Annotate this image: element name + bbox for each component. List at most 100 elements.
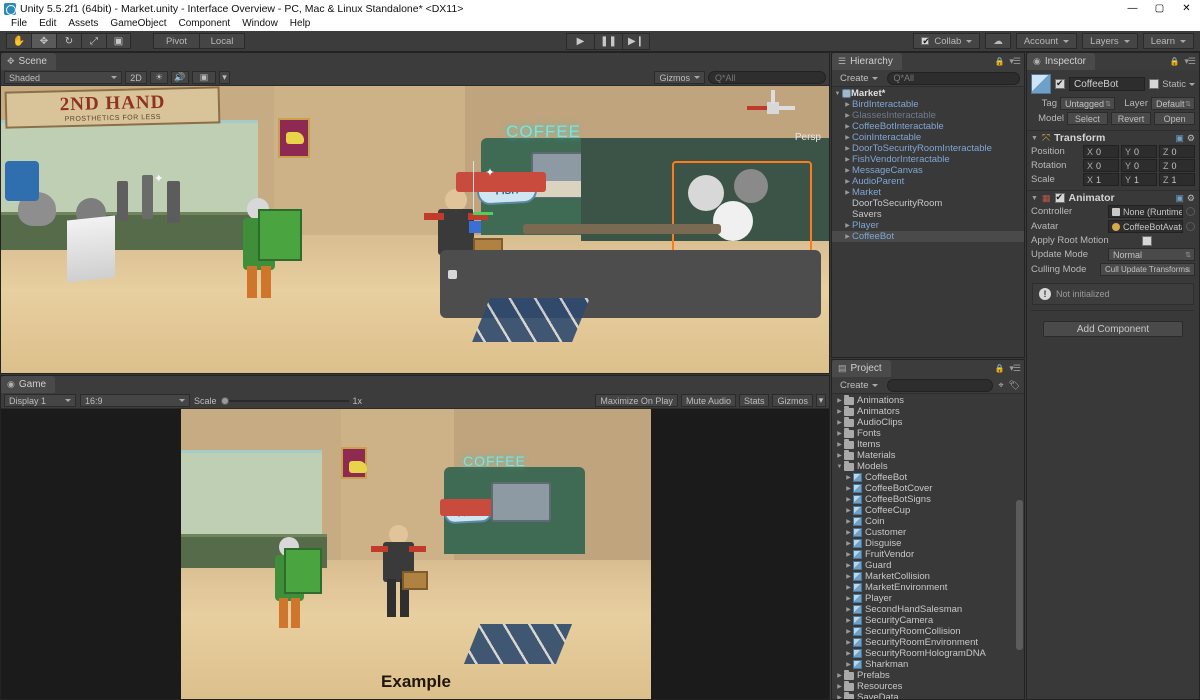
inspector-menu-icon[interactable]: ▾☰ (1184, 56, 1196, 67)
expand-arrow-icon[interactable]: ▶ (835, 694, 844, 699)
expand-arrow-icon[interactable]: ▶ (835, 430, 844, 437)
project-item-items[interactable]: ▶ Items (832, 438, 1024, 450)
apply-root-motion-checkbox[interactable] (1142, 235, 1152, 246)
expand-arrow-icon[interactable]: ▶ (835, 397, 844, 404)
effects-dropdown-icon[interactable]: ▾ (219, 71, 230, 84)
scale-tool-icon[interactable]: ⤢ (81, 33, 106, 49)
project-item-securityroomcollision[interactable]: ▶ SecurityRoomCollision (832, 626, 1024, 637)
expand-arrow-icon[interactable]: ▶ (844, 518, 853, 525)
menu-item-gameobject[interactable]: GameObject (104, 17, 172, 31)
effects-icon[interactable]: ▣ (192, 71, 216, 84)
expand-arrow-icon[interactable]: ▶ (844, 551, 853, 558)
move-gizmo-z-axis[interactable] (468, 220, 481, 233)
hierarchy-search-input[interactable]: Q*All (886, 71, 1020, 85)
hierarchy-item-coininteractable[interactable]: ▶ CoinInteractable (832, 132, 1024, 143)
layer-dropdown[interactable]: Default ⇅ (1151, 97, 1195, 110)
project-item-securitycamera[interactable]: ▶ SecurityCamera (832, 615, 1024, 626)
scene-gizmos-dropdown[interactable]: Gizmos (654, 71, 705, 84)
hand-tool-icon[interactable]: ✋ (6, 33, 31, 49)
gear-icon[interactable]: ⚙ (1187, 133, 1195, 144)
pivot-toggle[interactable]: Pivot (153, 33, 199, 49)
avatar-picker-button[interactable] (1186, 222, 1195, 231)
expand-arrow-icon[interactable]: ▶ (835, 452, 844, 459)
expand-arrow-icon[interactable]: ▶ (843, 222, 852, 229)
transform-component-header[interactable]: ▼ ⤧ Transform ▣ ⚙ (1027, 130, 1199, 145)
project-item-securityroomhologramdna[interactable]: ▶ SecurityRoomHologramDNA (832, 648, 1024, 659)
expand-arrow-icon[interactable]: ▶ (843, 178, 852, 185)
controller-picker-button[interactable] (1186, 207, 1195, 216)
hierarchy-item-savers[interactable]: Savers (832, 209, 1024, 220)
avatar-object-field[interactable]: CoffeeBotAvatar (1108, 220, 1183, 233)
tab-project[interactable]: ▤ Project (832, 360, 891, 377)
project-item-customer[interactable]: ▶ Customer (832, 527, 1024, 538)
mute-audio-button[interactable]: Mute Audio (680, 394, 736, 407)
audio-icon[interactable]: 🔊 (171, 71, 189, 84)
position-y-field[interactable]: Y 0 (1121, 145, 1157, 158)
project-scrollbar[interactable] (1016, 396, 1023, 685)
scale-y-field[interactable]: Y 1 (1121, 173, 1157, 186)
expand-arrow-icon[interactable]: ▶ (844, 595, 853, 602)
play-button[interactable]: ▶ (566, 32, 594, 50)
menu-item-file[interactable]: File (5, 17, 33, 31)
scale-z-field[interactable]: Z 1 (1159, 173, 1195, 186)
project-create-button[interactable]: Create (836, 378, 882, 392)
project-scrollbar-thumb[interactable] (1016, 500, 1023, 651)
expand-arrow-icon[interactable]: ▶ (835, 672, 844, 679)
expand-arrow-icon[interactable]: ▶ (835, 441, 844, 448)
aspect-dropdown[interactable]: 16:9 (80, 394, 190, 407)
expand-arrow-icon[interactable]: ▶ (844, 606, 853, 613)
space-toggle[interactable]: Local (199, 33, 245, 49)
rotation-z-field[interactable]: Z 0 (1159, 159, 1195, 172)
help-icon[interactable]: ▣ (1175, 133, 1184, 144)
expand-arrow-icon[interactable]: ▶ (843, 189, 852, 196)
hierarchy-item-doortosecurityroominteractable[interactable]: ▶ DoorToSecurityRoomInteractable (832, 143, 1024, 154)
close-button[interactable]: ✕ (1173, 0, 1200, 17)
expand-arrow-icon[interactable]: ▼ (835, 464, 844, 470)
project-item-fruitvendor[interactable]: ▶ FruitVendor (832, 549, 1024, 560)
expand-arrow-icon[interactable]: ▶ (843, 101, 852, 108)
filter-by-type-icon[interactable]: ⌖ (998, 380, 1003, 391)
move-gizmo-x-axis[interactable] (472, 212, 493, 216)
expand-arrow-icon[interactable]: ▶ (844, 474, 853, 481)
rect-tool-icon[interactable]: ▣ (106, 33, 131, 49)
rotate-tool-icon[interactable]: ↻ (56, 33, 81, 49)
model-revert-button[interactable]: Revert (1110, 112, 1152, 125)
help-icon[interactable]: ▣ (1175, 193, 1184, 204)
shading-mode-dropdown[interactable]: Shaded (4, 71, 122, 84)
expand-arrow-icon[interactable]: ▶ (844, 617, 853, 624)
project-item-prefabs[interactable]: ▶ Prefabs (832, 669, 1024, 681)
tab-game[interactable]: ◉ Game (1, 376, 56, 393)
animator-enabled-checkbox[interactable] (1054, 192, 1065, 203)
project-item-materials[interactable]: ▶ Materials (832, 449, 1024, 461)
lock-icon[interactable]: 🔒 (994, 364, 1004, 373)
controller-object-field[interactable]: None (Runtime An (1108, 205, 1183, 218)
hierarchy-item-coffeebot[interactable]: ▶ CoffeeBot (832, 231, 1024, 242)
minimize-button[interactable]: — (1119, 0, 1146, 17)
menu-item-help[interactable]: Help (284, 17, 317, 31)
update-mode-dropdown[interactable]: Normal ⇅ (1108, 248, 1195, 261)
tab-scene[interactable]: ✥ Scene (1, 53, 56, 70)
tab-hierarchy[interactable]: ☰ Hierarchy (832, 53, 902, 70)
culling-mode-dropdown[interactable]: Cull Update Transforms ⇅ (1100, 263, 1195, 276)
project-item-models[interactable]: ▼ Models (832, 460, 1024, 472)
expand-arrow-icon[interactable]: ▼ (833, 91, 842, 97)
filter-by-label-icon[interactable]: 🏷 (1009, 380, 1020, 391)
move-tool-icon[interactable]: ✥ (31, 33, 56, 49)
expand-arrow-icon[interactable]: ▶ (844, 661, 853, 668)
expand-arrow-icon[interactable]: ▶ (835, 683, 844, 690)
menu-item-edit[interactable]: Edit (33, 17, 62, 31)
project-search-input[interactable] (886, 378, 994, 392)
project-item-coin[interactable]: ▶ Coin (832, 516, 1024, 527)
maximize-button[interactable]: ▢ (1146, 0, 1173, 17)
toggle-2d-button[interactable]: 2D (125, 71, 147, 84)
step-button[interactable]: ▶❙ (622, 32, 650, 50)
project-item-savedata[interactable]: ▶ SaveData (832, 691, 1024, 699)
hierarchy-item-messagecanvas[interactable]: ▶ MessageCanvas (832, 165, 1024, 176)
scale-slider-knob[interactable] (220, 396, 229, 405)
project-item-disguise[interactable]: ▶ Disguise (832, 538, 1024, 549)
static-checkbox[interactable] (1149, 79, 1160, 89)
project-item-guard[interactable]: ▶ Guard (832, 560, 1024, 571)
expand-arrow-icon[interactable]: ▶ (835, 419, 844, 426)
fold-arrow-icon[interactable]: ▼ (1031, 135, 1038, 142)
position-z-field[interactable]: Z 0 (1159, 145, 1195, 158)
